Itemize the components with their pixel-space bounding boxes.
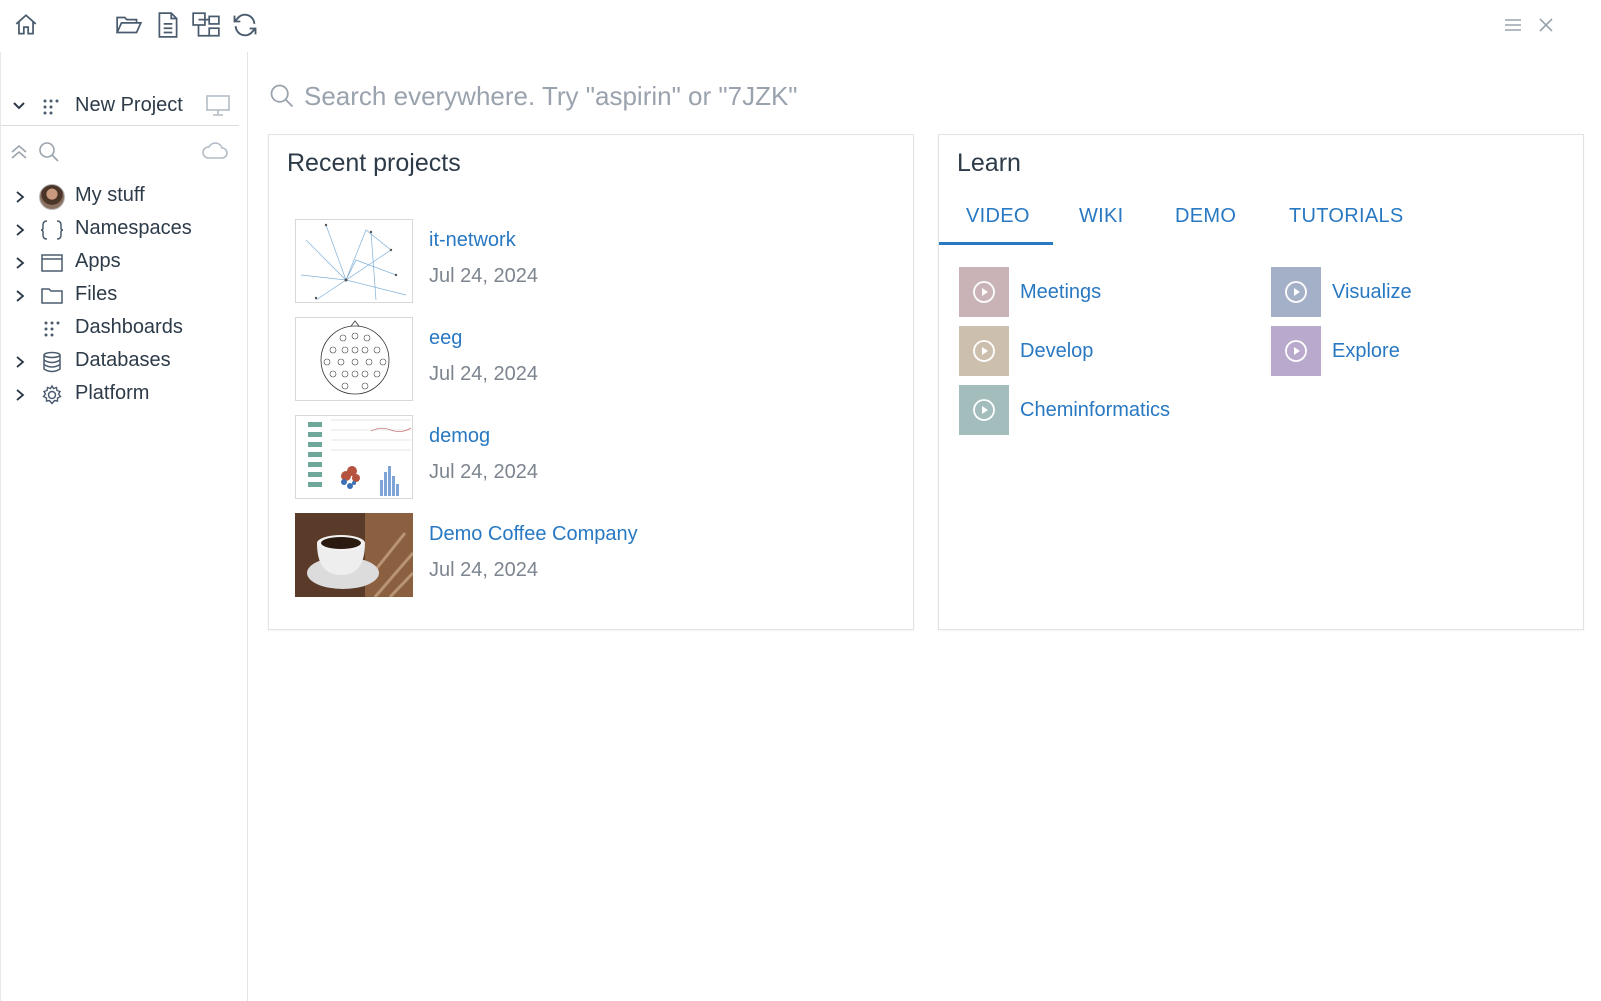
- project-date: Jul 24, 2024: [429, 559, 538, 581]
- recent-projects-card: Recent projects it-network Jul 24, 2024: [268, 134, 914, 630]
- play-icon: [959, 326, 1009, 376]
- video-label: Cheminformatics: [1020, 398, 1171, 421]
- video-item-meetings[interactable]: Meetings: [959, 267, 1101, 317]
- video-label: Visualize: [1332, 280, 1412, 303]
- list-item[interactable]: eeg Jul 24, 2024: [295, 317, 895, 415]
- active-tab-indicator: [939, 242, 1053, 245]
- monitor-icon[interactable]: [205, 94, 231, 123]
- sidebar-item-apps[interactable]: Apps: [1, 246, 239, 279]
- current-project-row[interactable]: New Project: [1, 88, 239, 126]
- tab-video[interactable]: VIDEO: [966, 205, 1030, 228]
- project-date: Jul 24, 2024: [429, 461, 538, 483]
- video-label: Develop: [1020, 339, 1094, 362]
- play-icon: [959, 267, 1009, 317]
- chevron-right-icon[interactable]: [13, 222, 27, 243]
- tree-view-icon[interactable]: [191, 10, 221, 40]
- project-thumbnail-coffee: [295, 513, 413, 597]
- recent-projects-list: it-network Jul 24, 2024 eeg Jul 24, 2024…: [295, 219, 895, 611]
- sidebar-item-databases[interactable]: Databases: [1, 345, 239, 378]
- global-search: [268, 76, 1168, 116]
- folder-icon: [39, 283, 65, 309]
- card-title: Recent projects: [287, 149, 461, 177]
- cloud-icon[interactable]: [201, 140, 229, 167]
- grid-dots-icon: [42, 98, 60, 121]
- sidebar-item-label: Apps: [75, 250, 121, 272]
- document-icon[interactable]: [153, 10, 183, 40]
- video-item-visualize[interactable]: Visualize: [1271, 267, 1412, 317]
- video-item-explore[interactable]: Explore: [1271, 326, 1400, 376]
- home-icon[interactable]: [11, 10, 41, 40]
- sidebar-item-label: Files: [75, 283, 118, 305]
- open-folder-icon[interactable]: [114, 10, 144, 40]
- project-thumbnail-eeg: [295, 317, 413, 401]
- sidebar-item-my-stuff[interactable]: My stuff: [1, 180, 239, 213]
- chevron-right-icon[interactable]: [13, 288, 27, 309]
- play-icon: [1271, 267, 1321, 317]
- video-item-cheminformatics[interactable]: Cheminformatics: [959, 385, 1170, 435]
- sidebar-item-label: My stuff: [75, 184, 145, 206]
- project-link[interactable]: eeg: [429, 327, 462, 350]
- card-title: Learn: [957, 149, 1021, 177]
- chevron-right-icon[interactable]: [13, 387, 27, 408]
- navigation-tree: My stuff Namespaces Apps Files Dashboard…: [1, 180, 239, 411]
- list-item[interactable]: Demo Coffee Company Jul 24, 2024: [295, 513, 895, 611]
- avatar: [39, 184, 65, 210]
- sidebar-tools: [1, 138, 239, 168]
- sidebar-item-label: Dashboards: [75, 316, 183, 338]
- project-thumbnail-dashboard: [295, 415, 413, 499]
- braces-icon: [39, 217, 65, 243]
- sidebar-item-platform[interactable]: Platform: [1, 378, 239, 411]
- chevron-right-icon[interactable]: [13, 189, 27, 210]
- sidebar-item-label: Namespaces: [75, 217, 192, 239]
- project-thumbnail-network: [295, 219, 413, 303]
- top-toolbar: [0, 0, 1601, 52]
- video-item-develop[interactable]: Develop: [959, 326, 1093, 376]
- window-icon: [39, 250, 65, 276]
- sidebar-item-label: Databases: [75, 349, 171, 371]
- list-item[interactable]: demog Jul 24, 2024: [295, 415, 895, 513]
- project-date: Jul 24, 2024: [429, 265, 538, 287]
- tab-tutorials[interactable]: TUTORIALS: [1289, 205, 1404, 228]
- project-link[interactable]: Demo Coffee Company: [429, 523, 638, 546]
- sidebar: New Project My stuff Namespaces Apps Fil…: [0, 52, 248, 1001]
- tab-wiki[interactable]: WIKI: [1079, 205, 1124, 228]
- refresh-icon[interactable]: [230, 10, 260, 40]
- project-link[interactable]: it-network: [429, 229, 516, 252]
- list-item[interactable]: it-network Jul 24, 2024: [295, 219, 895, 317]
- tab-demo[interactable]: DEMO: [1175, 205, 1236, 228]
- sidebar-item-namespaces[interactable]: Namespaces: [1, 213, 239, 246]
- collapse-all-icon[interactable]: [9, 142, 29, 167]
- chevron-down-icon[interactable]: [11, 98, 27, 119]
- close-icon[interactable]: [1531, 10, 1561, 40]
- project-link[interactable]: demog: [429, 425, 490, 448]
- learn-tabs: VIDEO WIKI DEMO TUTORIALS: [939, 199, 1585, 247]
- gear-icon: [39, 382, 65, 408]
- chevron-right-icon[interactable]: [13, 354, 27, 375]
- search-icon[interactable]: [37, 140, 61, 169]
- play-icon: [1271, 326, 1321, 376]
- sidebar-item-dashboards[interactable]: Dashboards: [1, 312, 239, 345]
- database-icon: [39, 349, 65, 375]
- learn-card: Learn VIDEO WIKI DEMO TUTORIALS Meetings…: [938, 134, 1584, 630]
- play-icon: [959, 385, 1009, 435]
- search-input[interactable]: [304, 76, 1104, 116]
- sidebar-item-files[interactable]: Files: [1, 279, 239, 312]
- video-label: Explore: [1332, 339, 1400, 362]
- menu-icon[interactable]: [1498, 10, 1528, 40]
- video-label: Meetings: [1020, 280, 1102, 303]
- project-date: Jul 24, 2024: [429, 363, 538, 385]
- grid-dots-icon: [39, 316, 65, 342]
- search-icon: [268, 82, 296, 115]
- sidebar-item-label: Platform: [75, 382, 150, 404]
- project-name: New Project: [75, 94, 183, 116]
- chevron-right-icon[interactable]: [13, 255, 27, 276]
